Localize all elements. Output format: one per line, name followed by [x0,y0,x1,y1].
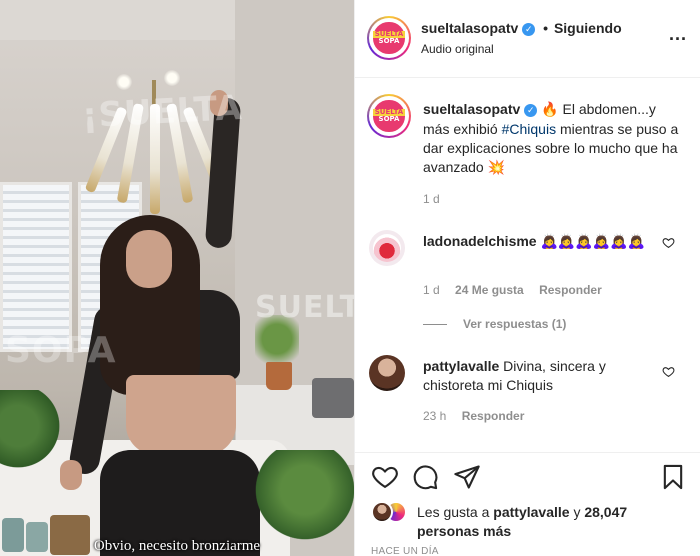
avatar[interactable] [371,501,393,523]
username-link[interactable]: pattylavalle [423,358,499,374]
avatar[interactable]: SUELTA SOPA [367,94,411,138]
caption-text: sueltalasopatv ✓ 🔥 El abdomen...y más exh… [423,101,679,176]
verified-icon: ✓ [522,23,536,36]
likes-summary[interactable]: Les gusta a pattylavalle y 28,047 person… [417,503,687,541]
like-comment-icon[interactable] [662,365,675,381]
username-link[interactable]: ladonadelchisme [423,233,537,249]
view-replies-button[interactable]: Ver respuestas (1) [423,317,566,331]
collision-emoji: 💥 [487,160,506,176]
username-link[interactable]: sueltalasopatv [421,20,518,36]
comment-icon[interactable] [411,463,439,491]
plant [250,450,354,550]
post-header: SUELTA SOPA sueltalasopatv ✓ • Siguiendo … [355,0,700,78]
hashtag-link[interactable]: #Chiquis [502,121,556,137]
reply-button[interactable]: Responder [539,283,602,297]
post-timestamp[interactable]: HACE UN DÍA [371,546,439,556]
comment-text: 🙇‍♀️🙇‍♀️🙇‍♀️🙇‍♀️🙇‍♀️🙇‍♀️ [540,234,646,250]
post-panel: SUELTA SOPA sueltalasopatv ✓ • Siguiendo … [354,0,700,556]
avatar[interactable]: SUELTA SOPA [367,16,411,60]
like-comment-icon[interactable] [662,236,675,252]
fire-emoji: 🔥 [541,102,559,118]
person [60,90,280,556]
action-bar: Les gusta a pattylavalle y 28,047 person… [355,452,700,556]
username-link[interactable]: pattylavalle [493,504,569,520]
video-player[interactable]: ¡SUELTA SOPA SUELTA Obvio, necesito bron… [0,0,354,556]
plant [0,390,60,480]
avatar[interactable] [369,230,405,266]
watermark: ¡SUELTA [81,87,244,137]
comment-time[interactable]: 1 d [423,283,440,297]
separator: • [543,20,549,36]
audio-link[interactable]: Audio original [421,42,494,56]
verified-icon: ✓ [524,104,538,117]
avatar[interactable] [369,355,405,391]
towel [312,378,354,418]
heart-icon[interactable] [371,463,399,491]
comment-likes[interactable]: 24 Me gusta [455,283,524,297]
watermark: SOPA [5,330,117,371]
more-icon[interactable]: ... [669,24,687,45]
comment-time[interactable]: 23 h [423,409,446,423]
bookmark-icon[interactable] [659,463,687,491]
video-subtitle: Obvio, necesito bronziarme [93,538,261,554]
watermark: SUELTA [255,290,354,325]
username-link[interactable]: sueltalasopatv [423,101,520,117]
timestamp[interactable]: 1 d [423,192,440,206]
following-button[interactable]: Siguiendo [554,20,622,36]
share-icon[interactable] [453,463,481,491]
reply-button[interactable]: Responder [462,409,525,423]
